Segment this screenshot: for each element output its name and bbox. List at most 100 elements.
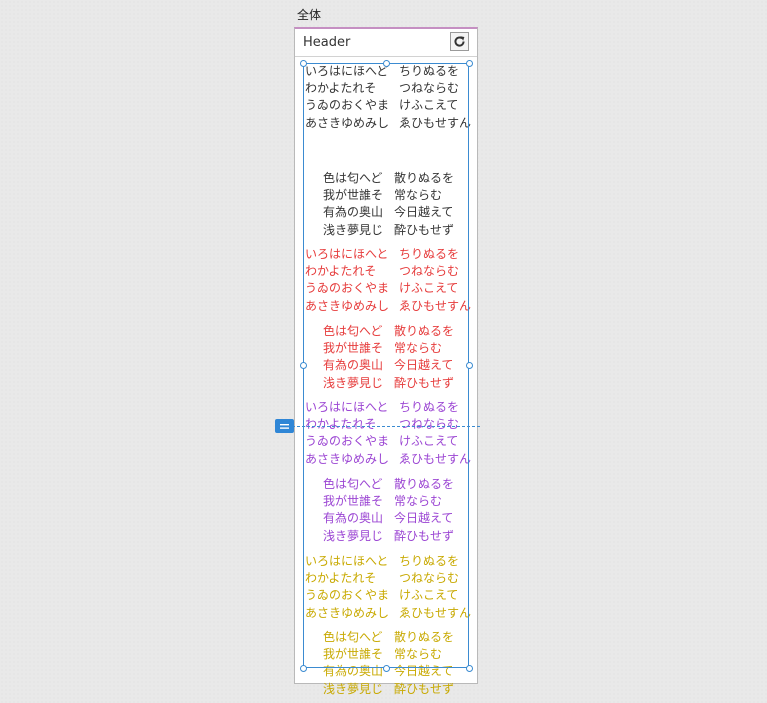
verse-left: いろはにほへと — [305, 554, 389, 568]
iroha-hiragana-block-yellow: いろはにほへと ちりぬるを わかよたれそ つねならむ うゐのおくやま けふこえて あさ… — [305, 553, 475, 622]
text-line: うゐのおくやま けふこえて — [305, 97, 475, 114]
verse-left: 色は匂へど — [323, 324, 383, 338]
text-line: いろはにほへど ちりぬるを — [305, 63, 475, 80]
resize-handle-top-left[interactable] — [300, 60, 307, 67]
iroha-hiragana-block-red: いろはにほへと ちりぬるを わかよたれそ つねならむ うゐのおくやま けふこえて あさ… — [305, 246, 475, 315]
verse-right: 散りぬるを — [394, 171, 455, 185]
text-line: 有為の奥山 今日越えて — [323, 357, 473, 374]
text-line: 有為の奥山 今日越えて — [323, 663, 473, 680]
verse-left: 有為の奥山 — [323, 511, 384, 526]
iroha-kanji-block-purple: 色は匂へど 散りぬるを 我が世誰そ 常ならむ 有為の奥山 今日越えて 浅き夢見じ 酔ひも… — [323, 476, 473, 545]
text-line: 浅き夢見じ 酔ひもせず — [323, 222, 473, 239]
text-line: 有為の奥山 今日越えて — [323, 204, 473, 221]
verse-left: いろはにほへと — [305, 247, 389, 261]
verse-right: つねならむ — [399, 264, 460, 279]
verse-left: うゐのおくやま — [305, 281, 390, 296]
verse-left: わかよたれそ — [305, 417, 377, 432]
text-line: わかよたれそ つねならむ — [305, 570, 475, 587]
frame-label: 全体 — [297, 8, 322, 22]
text-line: わかよたれそ つねならむ — [305, 263, 475, 280]
text-line: 色は匂へど 散りぬるを — [323, 629, 473, 646]
verse-right: ゑひもせすん — [399, 605, 472, 620]
text-line: わかよたれそ つねならむ — [305, 80, 475, 97]
verse-left: 浅き夢見じ — [323, 375, 384, 390]
verse-right: つねならむ — [399, 571, 460, 586]
verse-left: うゐのおくやま — [305, 98, 390, 113]
verse-left: 我が世誰そ — [323, 188, 384, 203]
verse-right: 散りぬるを — [394, 630, 455, 644]
text-line: 有為の奥山 今日越えて — [323, 510, 473, 527]
verse-left: 我が世誰そ — [323, 341, 384, 356]
text-line: いろはにほへと ちりぬるを — [305, 553, 475, 570]
verse-left: わかよたれそ — [305, 264, 377, 279]
text-line: あさきゆめみし ゑひもせすん — [305, 298, 475, 315]
verse-left: あさきゆめみし — [305, 605, 390, 620]
text-line: うゐのおくやま けふこえて — [305, 433, 475, 450]
verse-left: 有為の奥山 — [323, 205, 384, 220]
iroha-kanji-block-red: 色は匂へど 散りぬるを 我が世誰そ 常ならむ 有為の奥山 今日越えて 浅き夢見じ 酔ひも… — [323, 323, 473, 392]
verse-right: ゑひもせすん — [399, 298, 472, 313]
verse-right: 散りぬるを — [394, 477, 455, 491]
verse-left: あさきゆめみし — [305, 451, 390, 466]
verse-left: あさきゆめみし — [305, 298, 390, 313]
verse-right: 酔ひもせず — [394, 681, 455, 696]
text-line: 我が世誰そ 常ならむ — [323, 493, 473, 510]
verse-left: 我が世誰そ — [323, 494, 384, 509]
text-line: あさきゆめみし ゑひもせすん — [305, 115, 475, 132]
refresh-button[interactable] — [450, 32, 469, 51]
text-line: あさきゆめみし ゑひもせすん — [305, 451, 475, 468]
verse-left: 有為の奥山 — [323, 358, 384, 373]
verse-left: うゐのおくやま — [305, 588, 390, 603]
verse-left: 我が世誰そ — [323, 647, 384, 662]
verse-right: けふこえて — [399, 588, 459, 603]
text-line: 色は匂へど 散りぬるを — [323, 476, 473, 493]
text-line: 我が世誰そ 常ならむ — [323, 340, 473, 357]
resize-handle-top[interactable] — [383, 60, 390, 67]
resize-handle-right[interactable] — [466, 362, 473, 369]
iroha-kanji-block-yellow: 色は匂へど 散りぬるを 我が世誰そ 常ならむ 有為の奥山 今日越えて 浅き夢見じ 酔ひも… — [323, 629, 473, 698]
text-line: 我が世誰そ 常ならむ — [323, 187, 473, 204]
text-line: いろはにほへと ちりぬるを — [305, 246, 475, 263]
iroha-kanji-block-black: 色は匂へど 散りぬるを 我が世誰そ 常ならむ 有為の奥山 今日越えて 浅き夢見じ 酔ひも… — [323, 170, 473, 239]
resize-handle-top-right[interactable] — [466, 60, 473, 67]
text-line: 色は匂へど 散りぬるを — [323, 323, 473, 340]
resize-handle-bottom-right[interactable] — [466, 665, 473, 672]
verse-right: 今日越えて — [394, 664, 454, 679]
verse-right: 常ならむ — [394, 647, 443, 662]
verse-right: 常ならむ — [394, 188, 443, 203]
verse-right: ちりぬるを — [399, 554, 460, 568]
verse-right: ゑひもせすん — [399, 451, 472, 466]
text-line: わかよたれそ つねならむ — [305, 416, 475, 433]
verse-left: 浅き夢見じ — [323, 681, 384, 696]
verse-left: うゐのおくやま — [305, 434, 390, 449]
text-line: いろはにほへと ちりぬるを — [305, 399, 475, 416]
verse-right: ちりぬるを — [399, 247, 460, 261]
verse-left: 色は匂へど — [323, 630, 383, 644]
verse-right: ちりぬるを — [399, 400, 460, 414]
guide-handle-button[interactable] — [275, 419, 294, 433]
text-line: あさきゆめみし ゑひもせすん — [305, 605, 475, 622]
verse-right: 常ならむ — [394, 341, 443, 356]
text-line: 我が世誰そ 常ならむ — [323, 646, 473, 663]
verse-left: わかよたれそ — [305, 81, 377, 96]
text-line: 色は匂へど 散りぬるを — [323, 170, 473, 187]
resize-handle-bottom-left[interactable] — [300, 665, 307, 672]
verse-left: わかよたれそ — [305, 571, 377, 586]
verse-left: あさきゆめみし — [305, 115, 390, 130]
device-frame[interactable]: Header いろはにほへど ちりぬるを わかよたれそ つねならむ うゐのおくやまけ… — [294, 27, 478, 696]
text-line: 浅き夢見じ 酔ひもせず — [323, 375, 473, 392]
verse-right: 今日越えて — [394, 205, 454, 220]
header-title: Header — [303, 35, 351, 50]
verse-left: 色は匂へど — [323, 171, 383, 185]
header-bar: Header — [295, 29, 477, 57]
resize-handle-bottom[interactable] — [383, 665, 390, 672]
resize-handle-left[interactable] — [300, 362, 307, 369]
fold-guide-line[interactable] — [292, 426, 480, 427]
verse-right: 酔ひもせず — [394, 222, 455, 237]
text-line: うゐのおくやま けふこえて — [305, 280, 475, 297]
verse-right: ちりぬるを — [399, 64, 460, 78]
refresh-icon — [454, 36, 465, 47]
verse-right: 今日越えて — [394, 511, 454, 526]
verse-right: けふこえて — [399, 434, 459, 449]
equals-icon — [280, 423, 289, 429]
